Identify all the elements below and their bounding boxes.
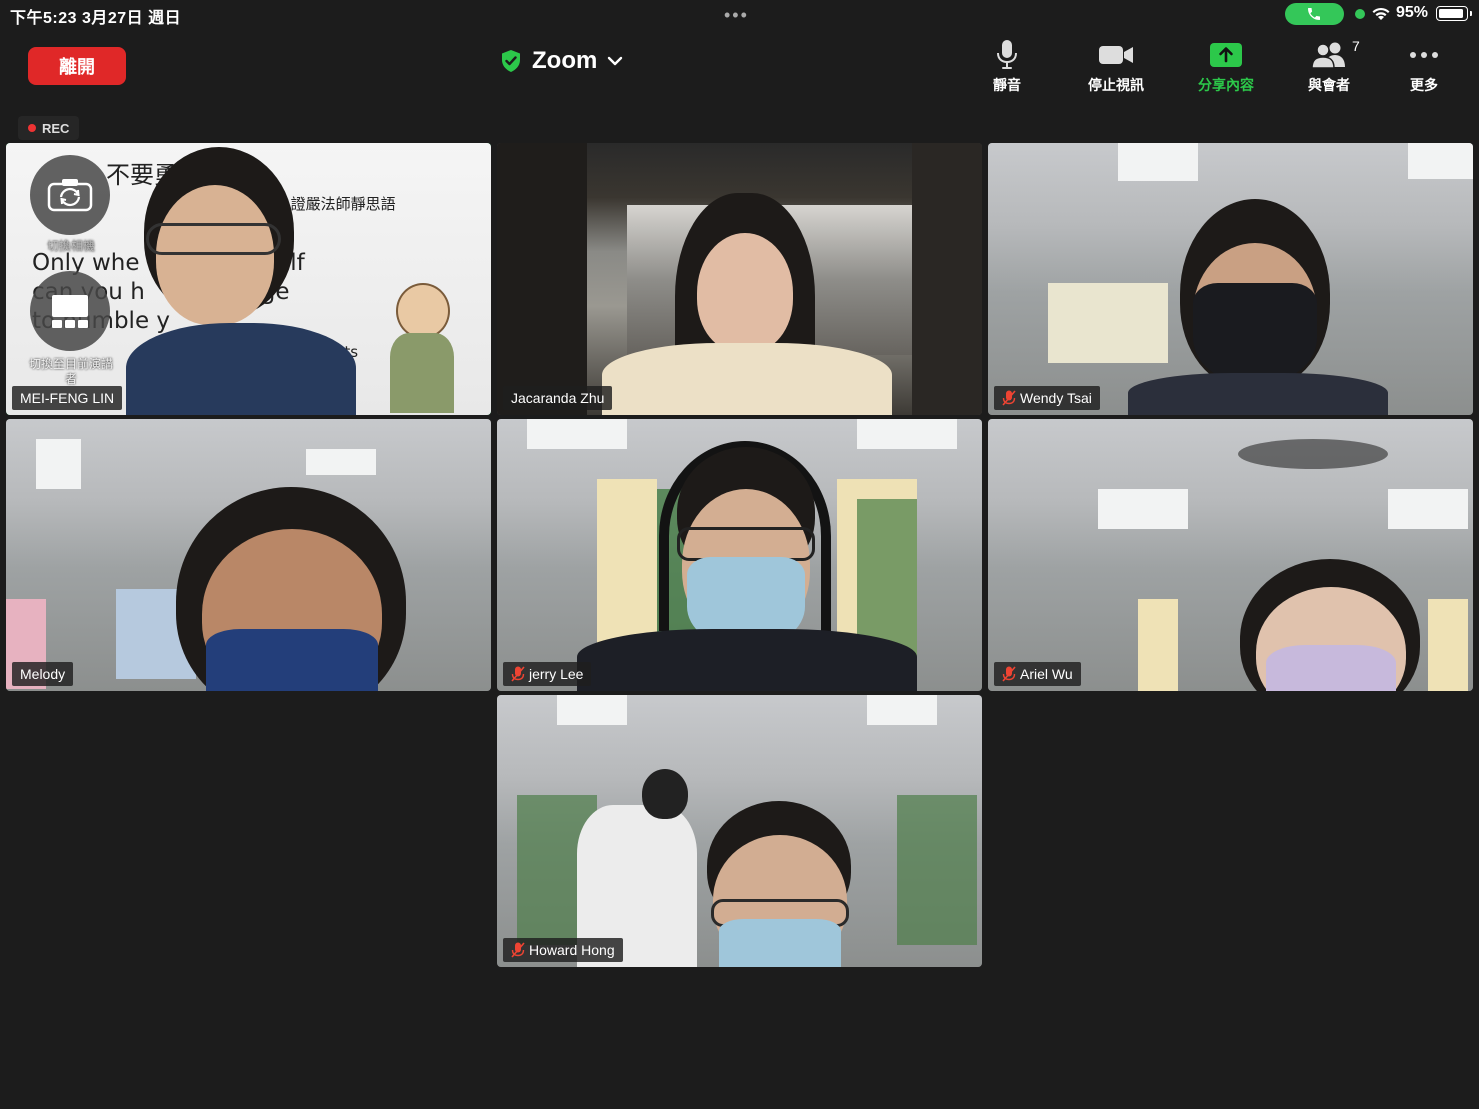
- chevron-down-icon: [608, 56, 623, 66]
- recording-dot-icon: [28, 124, 36, 132]
- video-tile-wendy-tsai[interactable]: Wendy Tsai: [988, 143, 1473, 415]
- more-icon: [1410, 52, 1438, 58]
- phone-icon: [1308, 8, 1320, 20]
- participant-name-tag: Jacaranda Zhu: [503, 386, 613, 410]
- switch-camera-label: 切換相機: [46, 239, 95, 253]
- video-feed: [988, 143, 1473, 415]
- participant-count-badge: 7: [1352, 38, 1360, 54]
- mute-button[interactable]: 靜音: [962, 38, 1052, 95]
- status-time-date: 下午5:23 3月27日 週日: [10, 10, 182, 27]
- speaker-view-icon: [52, 295, 88, 328]
- video-tile-mei-feng-lin[interactable]: 不要勇於自己。 ~證嚴法師靜思語 Only whe ct yourself ca…: [6, 143, 491, 415]
- video-tile-ariel-wu[interactable]: Ariel Wu: [988, 419, 1473, 691]
- share-content-button[interactable]: 分享內容: [1181, 38, 1271, 95]
- video-tile-jacaranda-zhu[interactable]: Jacaranda Zhu: [497, 143, 982, 415]
- participant-name: jerry Lee: [529, 666, 584, 682]
- recording-indicator: REC: [18, 116, 80, 140]
- participant-name-tag: Wendy Tsai: [994, 386, 1100, 410]
- muted-mic-icon: [1002, 390, 1016, 406]
- share-screen-icon: [1210, 43, 1242, 67]
- participant-name-tag: Howard Hong: [503, 938, 623, 962]
- more-label: 更多: [1410, 77, 1438, 93]
- status-bar: 下午5:23 3月27日 週日 ••• 95%: [0, 0, 1479, 28]
- video-tile-jerry-lee[interactable]: jerry Lee: [497, 419, 982, 691]
- stop-video-button[interactable]: 停止視訊: [1071, 38, 1161, 95]
- camera-switch-icon: [47, 179, 93, 212]
- video-tile-howard-hong[interactable]: Howard Hong: [497, 695, 982, 967]
- participant-name: Melody: [20, 666, 66, 682]
- participant-name-tag: jerry Lee: [503, 662, 592, 686]
- shield-check-icon: [502, 50, 520, 72]
- participant-name-tag: Ariel Wu: [994, 662, 1081, 686]
- participant-name-tag: MEI-FENG LIN: [12, 386, 123, 410]
- participants-label: 與會者: [1308, 77, 1350, 93]
- active-call-indicator[interactable]: [1285, 3, 1344, 25]
- participants-button[interactable]: 與會者: [1284, 38, 1374, 95]
- video-camera-icon: [1099, 46, 1133, 64]
- more-button[interactable]: 更多: [1379, 38, 1469, 95]
- participant-name: Jacaranda Zhu: [511, 390, 605, 406]
- muted-mic-icon: [511, 942, 525, 958]
- participant-name: MEI-FENG LIN: [20, 390, 115, 406]
- meeting-title[interactable]: Zoom: [500, 46, 623, 76]
- video-tile-melody[interactable]: Melody: [6, 419, 491, 691]
- video-feed: [497, 419, 982, 691]
- video-feed: [6, 419, 491, 691]
- multitasking-dots-icon[interactable]: •••: [724, 6, 749, 24]
- participants-icon: [1311, 42, 1345, 69]
- switch-camera-button[interactable]: [30, 155, 110, 235]
- video-feed: [497, 695, 982, 967]
- switch-view-label: 切換至目前演講者: [28, 357, 113, 386]
- recording-label: REC: [42, 120, 70, 136]
- battery-icon: [1436, 6, 1472, 21]
- stop-video-label: 停止視訊: [1088, 77, 1144, 93]
- switch-view-button[interactable]: [30, 271, 110, 351]
- participant-name: Howard Hong: [529, 942, 615, 958]
- participant-name-tag: Melody: [12, 662, 74, 686]
- mute-label: 靜音: [993, 77, 1021, 93]
- leave-meeting-button[interactable]: 離開: [28, 47, 126, 85]
- video-feed: [988, 419, 1473, 691]
- wifi-icon: [1372, 7, 1390, 20]
- muted-mic-icon: [511, 666, 525, 682]
- muted-mic-icon: [1002, 666, 1016, 682]
- microphone-icon: [997, 40, 1017, 69]
- share-content-label: 分享內容: [1198, 77, 1254, 93]
- app-title: Zoom: [532, 47, 598, 74]
- battery-percentage: 95%: [1396, 4, 1429, 21]
- participant-name: Ariel Wu: [1020, 666, 1073, 682]
- video-feed: [497, 143, 982, 415]
- camera-in-use-dot-icon: [1355, 9, 1365, 19]
- participant-name: Wendy Tsai: [1020, 390, 1092, 406]
- slide-chinese-attribution: ~證嚴法師靜思語: [278, 195, 396, 213]
- slide-cartoon-figure: [384, 283, 464, 413]
